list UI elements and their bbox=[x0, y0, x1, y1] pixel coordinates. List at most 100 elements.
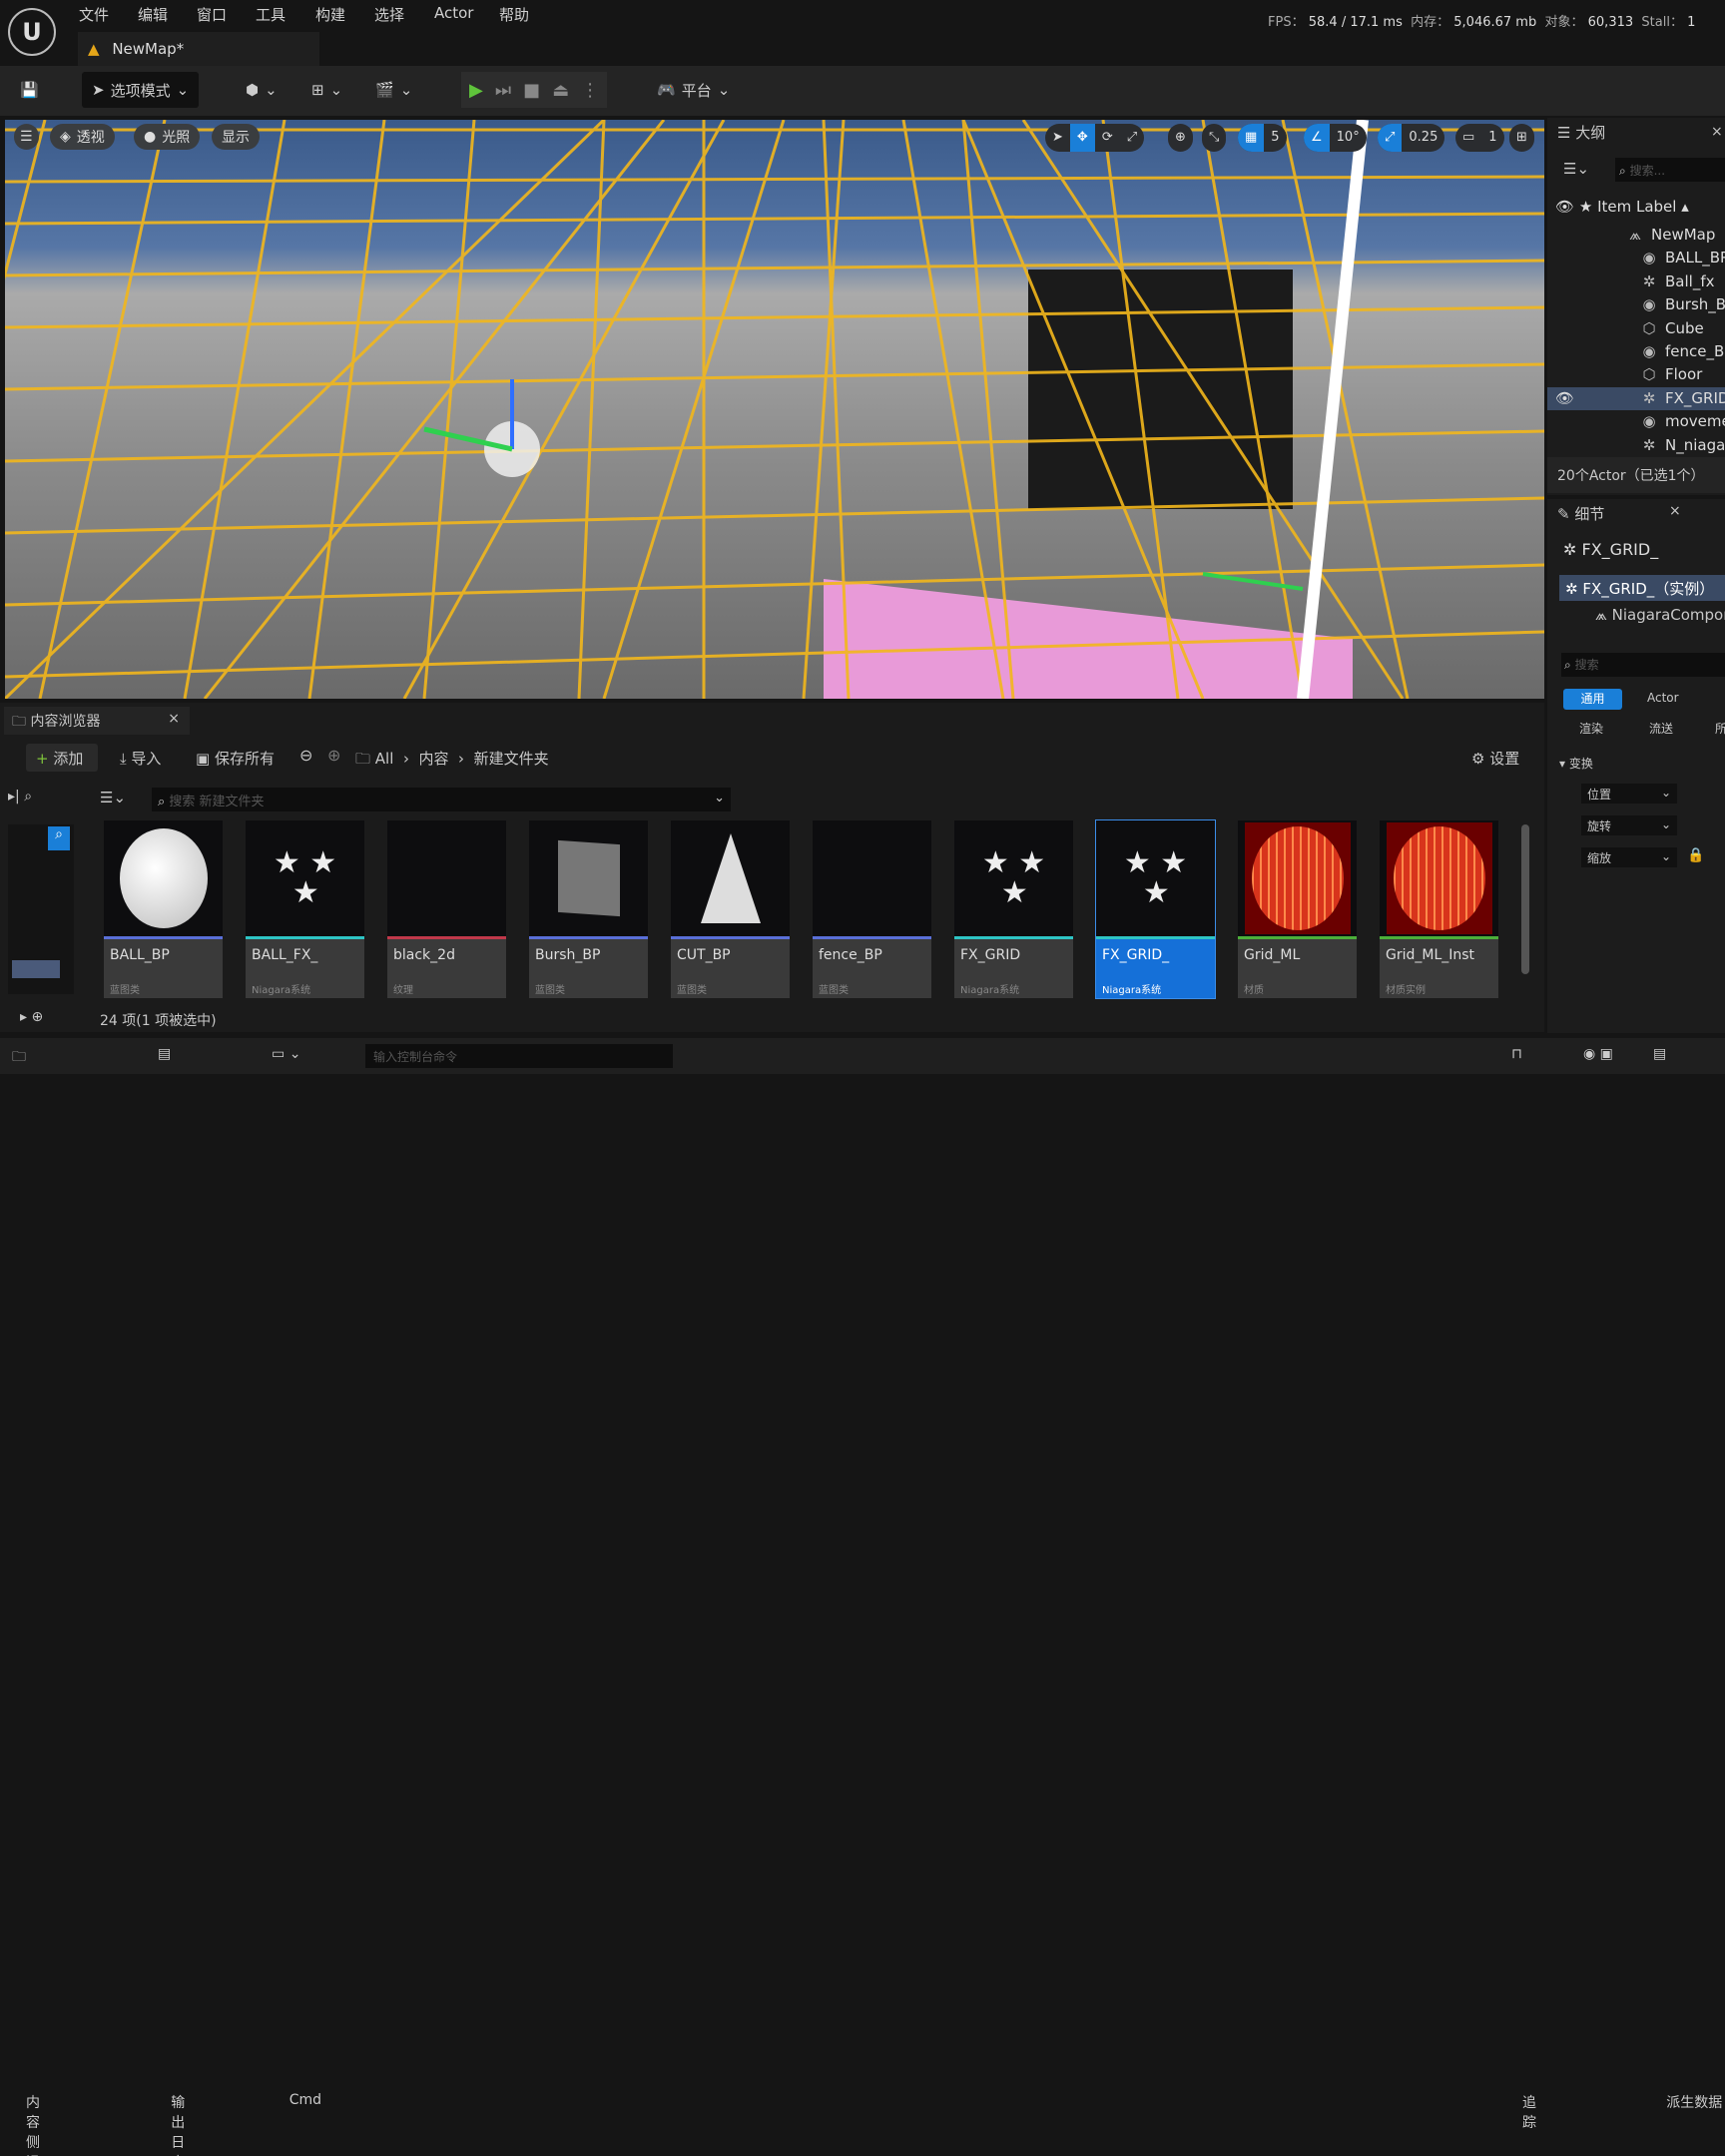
outliner-row[interactable]: ◉movement bbox=[1547, 410, 1725, 433]
ue-logo[interactable]: U bbox=[8, 8, 56, 56]
blueprint-icon: ⊞ bbox=[311, 81, 324, 99]
derived-data-button[interactable]: ▤ 派生数据 bbox=[1653, 1046, 1722, 2111]
level-viewport[interactable] bbox=[5, 120, 1544, 699]
viewport-menu-button[interactable]: ☰ bbox=[14, 124, 39, 150]
asset-tile[interactable]: Bursh_BP 蓝图类 bbox=[529, 820, 648, 998]
select-icon[interactable]: ➤ bbox=[1045, 124, 1070, 152]
asset-tile[interactable]: fence_BP 蓝图类 bbox=[813, 820, 931, 998]
eye-icon[interactable]: 👁 bbox=[1555, 387, 1574, 410]
outliner-row[interactable]: ⬡ Cube bbox=[1547, 317, 1725, 340]
tree-controls[interactable]: ▸ ⊕ bbox=[20, 1009, 43, 1025]
add-actor-button[interactable]: ⬢ ⌄ bbox=[246, 72, 278, 108]
save-icon[interactable]: 💾 bbox=[20, 72, 39, 108]
close-icon[interactable]: × bbox=[1711, 124, 1723, 140]
sources-toggle[interactable]: ▸| ⌕ bbox=[8, 789, 32, 805]
output-log-button[interactable]: ▤ 输出日志 bbox=[158, 1046, 185, 2156]
surface-snap-button[interactable]: ⤡ bbox=[1202, 124, 1227, 152]
close-icon[interactable]: × bbox=[1669, 503, 1681, 519]
menu-actor[interactable]: Actor bbox=[434, 4, 473, 22]
filter-icon[interactable]: ☰⌄ bbox=[1563, 160, 1589, 178]
show-button[interactable]: 显示 bbox=[212, 124, 260, 150]
component-root[interactable]: ✲ FX_GRID_（实例） bbox=[1559, 575, 1725, 601]
outliner-row[interactable]: ◉Bursh_BP bbox=[1547, 293, 1725, 316]
content-browser-tab[interactable]: 🗀 内容浏览器 × bbox=[4, 707, 190, 735]
tab-rendering[interactable]: 渲染 bbox=[1579, 720, 1603, 737]
trace-button[interactable]: ⊓ 追踪 bbox=[1511, 1046, 1536, 2131]
menu-tools[interactable]: 工具 bbox=[256, 4, 286, 25]
forward-icon[interactable]: ⊕ bbox=[327, 746, 340, 765]
lighting-button[interactable]: ● 光照 bbox=[134, 124, 201, 150]
lock-icon[interactable]: 🔒 bbox=[1687, 847, 1704, 863]
rotate-icon[interactable]: ⟳ bbox=[1095, 124, 1120, 152]
content-search[interactable]: ⌕ 搜索 新建文件夹 ⌄ bbox=[152, 788, 731, 811]
menu-file[interactable]: 文件 bbox=[79, 4, 109, 25]
outliner-search[interactable]: ⌕ 搜索... bbox=[1615, 158, 1725, 182]
eject-icon[interactable]: ⏏ bbox=[552, 80, 569, 101]
asset-tile[interactable]: black_2d 纹理 bbox=[387, 820, 506, 998]
outliner-header[interactable]: 👁 ★ Item Label ▴ bbox=[1555, 196, 1725, 219]
asset-tile[interactable]: ★ ★ ★ FX_GRID Niagara系统 bbox=[954, 820, 1073, 998]
level-tab[interactable]: ▲ NewMap* bbox=[78, 32, 319, 66]
camera-speed[interactable]: ▭ 1 bbox=[1455, 124, 1504, 152]
move-icon[interactable]: ✥ bbox=[1069, 124, 1095, 152]
asset-tile[interactable]: Grid_ML 材质 bbox=[1238, 820, 1357, 998]
asset-tile[interactable]: BALL_BP 蓝图类 bbox=[104, 820, 223, 998]
step-icon[interactable]: ⏭ bbox=[495, 80, 511, 101]
tab-actor[interactable]: Actor bbox=[1647, 691, 1679, 705]
content-drawer-button[interactable]: 🗀 内容侧滑菜单 bbox=[12, 1046, 40, 2156]
save-all-button[interactable]: ▣ 保存所有 bbox=[196, 748, 275, 769]
rotation-snap[interactable]: ∠ 10° bbox=[1304, 124, 1367, 152]
blueprint-button[interactable]: ⊞ ⌄ bbox=[311, 72, 342, 108]
section-transform[interactable]: ▾ 变换 bbox=[1559, 755, 1593, 772]
outliner-row[interactable]: ◉ BALL_BP bbox=[1547, 247, 1725, 270]
filter-icon[interactable]: ☰⌄ bbox=[100, 789, 126, 807]
outliner-row[interactable]: 👁✲FX_GRID_ bbox=[1547, 386, 1725, 410]
cinematics-button[interactable]: 🎬 ⌄ bbox=[375, 72, 412, 108]
outliner-row[interactable]: ✲N_niagara bbox=[1547, 434, 1725, 457]
settings-button[interactable]: ⚙ 设置 bbox=[1471, 748, 1519, 769]
grid-snap[interactable]: ▦ 5 bbox=[1238, 124, 1287, 152]
source-control-icon[interactable]: ◉ ▣ bbox=[1583, 1046, 1613, 1062]
location-dropdown[interactable]: 位置 ⌄ bbox=[1581, 784, 1677, 804]
breadcrumb: 🗀 All › 内容 › 新建文件夹 bbox=[355, 750, 549, 768]
view-mode-button[interactable]: ◈ 透视 bbox=[50, 124, 115, 150]
outliner-row[interactable]: ◉fence_BP bbox=[1547, 340, 1725, 363]
outliner-row[interactable]: ✲ Ball_fx bbox=[1547, 270, 1725, 293]
niagara-thumbnail: ★ ★ ★ bbox=[981, 845, 1046, 910]
cmd-dropdown[interactable]: ▭ Cmd ⌄ bbox=[272, 1046, 321, 2108]
search-icon: ⌕ bbox=[1564, 658, 1571, 672]
menu-window[interactable]: 窗口 bbox=[197, 4, 227, 25]
scale-snap[interactable]: ⤢ 0.25 bbox=[1378, 124, 1445, 152]
asset-tile[interactable]: ★ ★ ★ BALL_FX_ Niagara系统 bbox=[246, 820, 364, 998]
world-local-button[interactable]: ⊕ bbox=[1168, 124, 1193, 152]
menu-select[interactable]: 选择 bbox=[374, 4, 404, 25]
console-input[interactable]: 输入控制台命令 bbox=[365, 1044, 673, 1068]
back-icon[interactable]: ⊖ bbox=[299, 746, 312, 765]
play-icon[interactable]: ▶ bbox=[469, 80, 483, 101]
asset-tile[interactable]: Grid_ML_Inst 材质实例 bbox=[1380, 820, 1498, 998]
component-niagara[interactable]: ⩕ NiagaraComponent bbox=[1595, 606, 1725, 624]
rotation-dropdown[interactable]: 旋转 ⌄ bbox=[1581, 815, 1677, 835]
tab-all[interactable]: 所 bbox=[1715, 720, 1725, 737]
asset-tile[interactable]: ★ ★ ★ FX_GRID_ Niagara系统 bbox=[1095, 819, 1216, 999]
platform-dropdown[interactable]: 🎮 平台 ⌄ bbox=[657, 72, 730, 108]
menu-build[interactable]: 构建 bbox=[315, 4, 345, 25]
stop-icon[interactable]: ■ bbox=[523, 80, 540, 101]
more-icon[interactable]: ⋮ bbox=[581, 80, 599, 101]
scale-dropdown[interactable]: 缩放 ⌄ bbox=[1581, 847, 1677, 867]
outliner-row[interactable]: ⬡ Floor bbox=[1547, 363, 1725, 386]
details-search[interactable]: ⌕ 搜索 bbox=[1561, 653, 1725, 677]
layout-button[interactable]: ⊞ bbox=[1509, 124, 1534, 152]
tab-streaming[interactable]: 流送 bbox=[1649, 720, 1673, 737]
add-button[interactable]: + 添加 bbox=[26, 744, 98, 772]
import-button[interactable]: ⤓ 导入 bbox=[120, 748, 161, 769]
menu-help[interactable]: 帮助 bbox=[499, 4, 529, 25]
menu-edit[interactable]: 编辑 bbox=[138, 4, 168, 25]
outliner-row[interactable]: ⩕ NewMap bbox=[1547, 224, 1725, 247]
tab-general[interactable]: 通用 bbox=[1563, 689, 1622, 710]
asset-type: 材质 bbox=[1244, 985, 1264, 996]
mode-dropdown[interactable]: ➤ 选项模式 ⌄ bbox=[82, 72, 200, 108]
sources-tree[interactable]: ⌕ bbox=[8, 824, 74, 994]
asset-tile[interactable]: CUT_BP 蓝图类 bbox=[671, 820, 790, 998]
content-scrollbar[interactable] bbox=[1521, 824, 1529, 974]
